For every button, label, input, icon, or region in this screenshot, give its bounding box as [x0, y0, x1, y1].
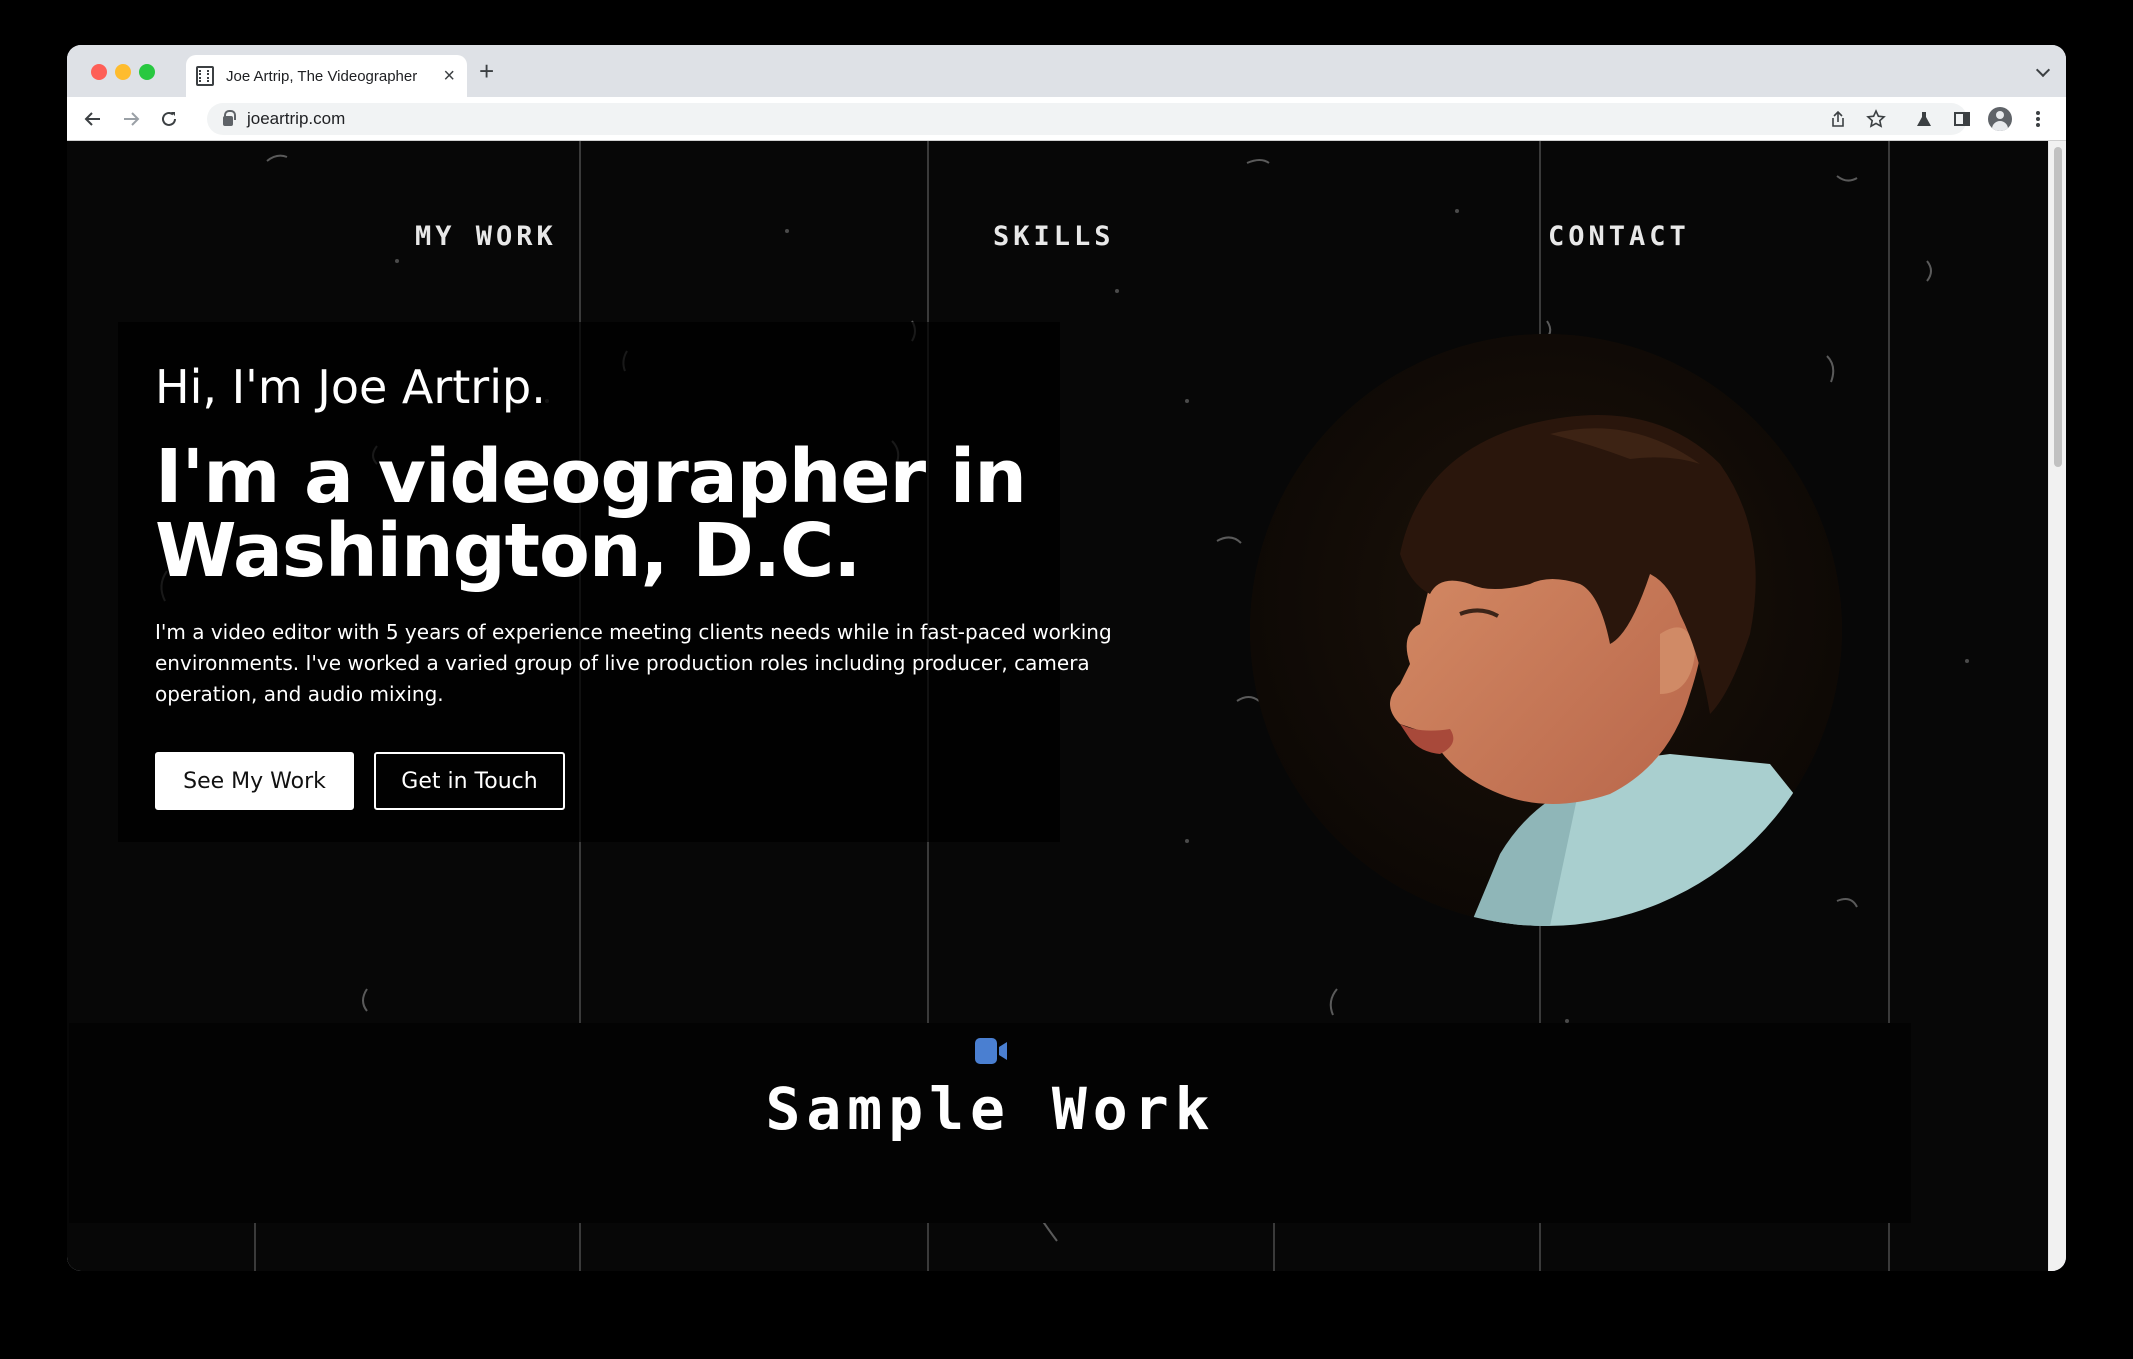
forward-arrow-icon[interactable] [117, 105, 145, 133]
scrollbar-thumb[interactable] [2054, 147, 2062, 467]
address-bar[interactable]: joeartrip.com [207, 103, 1967, 135]
portrait-photo [1250, 334, 1842, 926]
share-icon[interactable] [1824, 105, 1852, 133]
side-panel-icon[interactable] [1948, 105, 1976, 133]
profile-avatar-icon[interactable] [1986, 105, 2014, 133]
get-in-touch-button[interactable]: Get in Touch [374, 752, 565, 810]
minimize-window-button[interactable] [115, 64, 131, 80]
kebab-menu-icon[interactable] [2024, 105, 2052, 133]
browser-tab[interactable]: Joe Artrip, The Videographer × [186, 55, 467, 97]
film-favicon-icon [196, 66, 214, 86]
nav-my-work[interactable]: MY WORK [415, 221, 557, 252]
hero-headline: I'm a videographer in Washington, D.C. [155, 434, 1027, 594]
tab-close-icon[interactable]: × [443, 66, 455, 86]
close-window-button[interactable] [91, 64, 107, 80]
back-arrow-icon[interactable] [79, 105, 107, 133]
nav-skills[interactable]: SKILLS [993, 221, 1115, 252]
reload-icon[interactable] [155, 105, 183, 133]
hero-bio: I'm a video editor with 5 years of exper… [155, 620, 1112, 706]
tab-strip: Joe Artrip, The Videographer × + [67, 45, 2066, 97]
tab-search-chevron-icon[interactable] [2035, 62, 2051, 78]
lock-icon [223, 110, 236, 126]
video-camera-icon [975, 1038, 1007, 1064]
zoom-window-button[interactable] [139, 64, 155, 80]
hero-greeting: Hi, I'm Joe Artrip. [155, 360, 546, 414]
vertical-scrollbar[interactable] [2048, 141, 2066, 1271]
new-tab-button[interactable]: + [479, 58, 494, 84]
star-icon[interactable] [1862, 105, 1890, 133]
see-my-work-button[interactable]: See My Work [155, 752, 354, 810]
nav-contact[interactable]: CONTACT [1548, 221, 1690, 252]
sample-work-title: Sample Work [765, 1075, 1216, 1143]
url-text: joeartrip.com [247, 109, 346, 128]
labs-flask-icon[interactable] [1910, 105, 1938, 133]
browser-toolbar: joeartrip.com [67, 97, 2066, 141]
tab-title: Joe Artrip, The Videographer [226, 67, 418, 85]
